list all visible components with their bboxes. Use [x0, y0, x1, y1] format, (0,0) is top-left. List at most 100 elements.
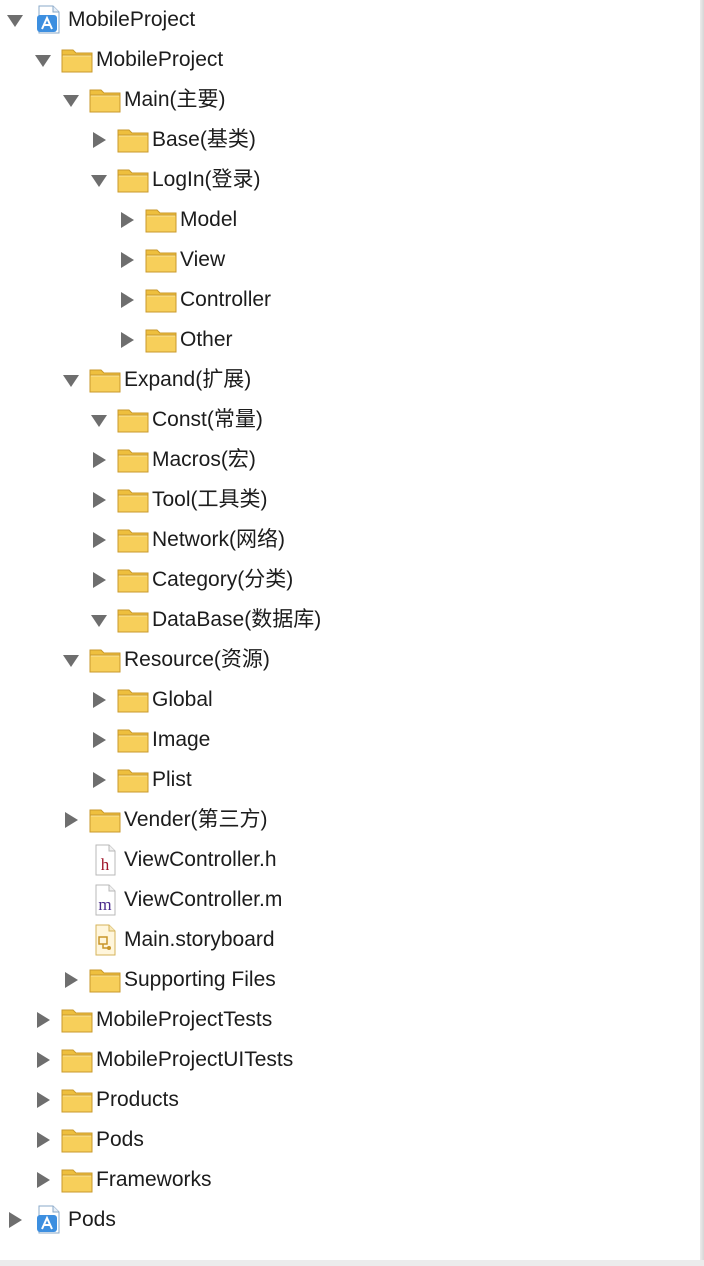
disclosure-expanded-icon[interactable]	[90, 611, 108, 629]
tree-row-viewcontroller-h[interactable]: h ViewController.h	[0, 840, 700, 880]
tree-row-network[interactable]: Network(网络)	[0, 520, 700, 560]
tree-item-label: Main.storyboard	[124, 928, 275, 951]
tree-item-label: MobileProject	[68, 8, 196, 31]
implementation-file-icon: m	[88, 884, 122, 916]
tree-row-products[interactable]: Products	[0, 1080, 700, 1120]
disclosure-collapsed-icon[interactable]	[90, 531, 108, 549]
folder-icon	[144, 204, 178, 236]
tree-item-label: Tool(工具类)	[152, 488, 268, 511]
tree-item-label: Frameworks	[96, 1168, 212, 1191]
folder-icon	[144, 244, 178, 276]
xcode-project-icon	[32, 4, 66, 36]
tree-row-macros[interactable]: Macros(宏)	[0, 440, 700, 480]
tree-row-database[interactable]: DataBase(数据库)	[0, 600, 700, 640]
disclosure-collapsed-icon[interactable]	[90, 451, 108, 469]
tree-row-vender[interactable]: Vender(第三方)	[0, 800, 700, 840]
tree-item-label: Vender(第三方)	[124, 808, 268, 831]
disclosure-expanded-icon[interactable]	[62, 371, 80, 389]
tree-row-model[interactable]: Model	[0, 200, 700, 240]
tree-item-label: ViewController.m	[124, 888, 283, 911]
tree-row-supporting-files[interactable]: Supporting Files	[0, 960, 700, 1000]
tree-item-label: MobileProject	[96, 48, 224, 71]
tree-item-label: Global	[152, 688, 213, 711]
tree-item-label: MobileProjectUITests	[96, 1048, 294, 1071]
disclosure-collapsed-icon[interactable]	[118, 251, 136, 269]
disclosure-collapsed-icon[interactable]	[6, 1211, 24, 1229]
disclosure-expanded-icon[interactable]	[90, 171, 108, 189]
folder-icon	[60, 1164, 94, 1196]
disclosure-collapsed-icon[interactable]	[62, 811, 80, 829]
tree-row-resource[interactable]: Resource(资源)	[0, 640, 700, 680]
disclosure-collapsed-icon[interactable]	[90, 771, 108, 789]
tree-row-viewcontroller-m[interactable]: m ViewController.m	[0, 880, 700, 920]
tree-row-category[interactable]: Category(分类)	[0, 560, 700, 600]
folder-icon	[88, 84, 122, 116]
disclosure-collapsed-icon[interactable]	[34, 1131, 52, 1149]
tree-item-label: Image	[152, 728, 211, 751]
folder-icon	[116, 484, 150, 516]
tree-row-pods[interactable]: Pods	[0, 1120, 700, 1160]
tree-row-login[interactable]: LogIn(登录)	[0, 160, 700, 200]
disclosure-collapsed-icon[interactable]	[90, 571, 108, 589]
disclosure-collapsed-icon[interactable]	[62, 971, 80, 989]
disclosure-collapsed-icon[interactable]	[90, 491, 108, 509]
disclosure-collapsed-icon[interactable]	[118, 291, 136, 309]
disclosure-collapsed-icon[interactable]	[34, 1051, 52, 1069]
tree-item-label: Const(常量)	[152, 408, 263, 431]
tree-item-label: Base(基类)	[152, 128, 256, 151]
disclosure-collapsed-icon[interactable]	[90, 731, 108, 749]
tree-item-label: Controller	[180, 288, 272, 311]
tree-item-label: Main(主要)	[124, 88, 226, 111]
folder-icon	[60, 44, 94, 76]
tree-row-mobileproject[interactable]: MobileProject	[0, 0, 700, 40]
tree-row-other[interactable]: Other	[0, 320, 700, 360]
svg-text:h: h	[101, 855, 110, 874]
disclosure-collapsed-icon[interactable]	[34, 1011, 52, 1029]
tree-row-mobileprojecttests[interactable]: MobileProjectTests	[0, 1000, 700, 1040]
tree-row-plist[interactable]: Plist	[0, 760, 700, 800]
folder-icon	[116, 524, 150, 556]
tree-item-label: DataBase(数据库)	[152, 608, 322, 631]
folder-icon	[60, 1124, 94, 1156]
xcode-project-icon	[32, 1204, 66, 1236]
folder-icon	[88, 644, 122, 676]
tree-row-global[interactable]: Global	[0, 680, 700, 720]
folder-icon	[116, 684, 150, 716]
tree-row-controller[interactable]: Controller	[0, 280, 700, 320]
tree-row-view[interactable]: View	[0, 240, 700, 280]
tree-item-label: Products	[96, 1088, 179, 1111]
disclosure-collapsed-icon[interactable]	[118, 331, 136, 349]
folder-icon	[88, 964, 122, 996]
folder-icon	[116, 404, 150, 436]
disclosure-expanded-icon[interactable]	[6, 11, 24, 29]
tree-row-mobileproject[interactable]: MobileProject	[0, 40, 700, 80]
disclosure-collapsed-icon[interactable]	[34, 1171, 52, 1189]
disclosure-expanded-icon[interactable]	[62, 651, 80, 669]
tree-row-image[interactable]: Image	[0, 720, 700, 760]
project-navigator: MobileProject MobileProject Main(主要) Base(基…	[0, 0, 700, 1266]
disclosure-expanded-icon[interactable]	[62, 91, 80, 109]
tree-row-const[interactable]: Const(常量)	[0, 400, 700, 440]
tree-row-tool[interactable]: Tool(工具类)	[0, 480, 700, 520]
tree-row-main[interactable]: Main(主要)	[0, 80, 700, 120]
disclosure-collapsed-icon[interactable]	[118, 211, 136, 229]
disclosure-expanded-icon[interactable]	[90, 411, 108, 429]
tree-item-label: Plist	[152, 768, 192, 791]
navigator-divider[interactable]	[700, 0, 704, 1266]
folder-icon	[60, 1044, 94, 1076]
tree-row-expand[interactable]: Expand(扩展)	[0, 360, 700, 400]
tree-row-main-storyboard[interactable]: Main.storyboard	[0, 920, 700, 960]
disclosure-collapsed-icon[interactable]	[34, 1091, 52, 1109]
folder-icon	[116, 124, 150, 156]
tree-row-pods[interactable]: Pods	[0, 1200, 700, 1240]
tree-row-base[interactable]: Base(基类)	[0, 120, 700, 160]
tree-row-mobileprojectuitests[interactable]: MobileProjectUITests	[0, 1040, 700, 1080]
disclosure-collapsed-icon[interactable]	[90, 691, 108, 709]
folder-icon	[116, 764, 150, 796]
folder-icon	[144, 284, 178, 316]
folder-icon	[116, 724, 150, 756]
header-file-icon: h	[88, 844, 122, 876]
disclosure-collapsed-icon[interactable]	[90, 131, 108, 149]
disclosure-expanded-icon[interactable]	[34, 51, 52, 69]
tree-row-frameworks[interactable]: Frameworks	[0, 1160, 700, 1200]
